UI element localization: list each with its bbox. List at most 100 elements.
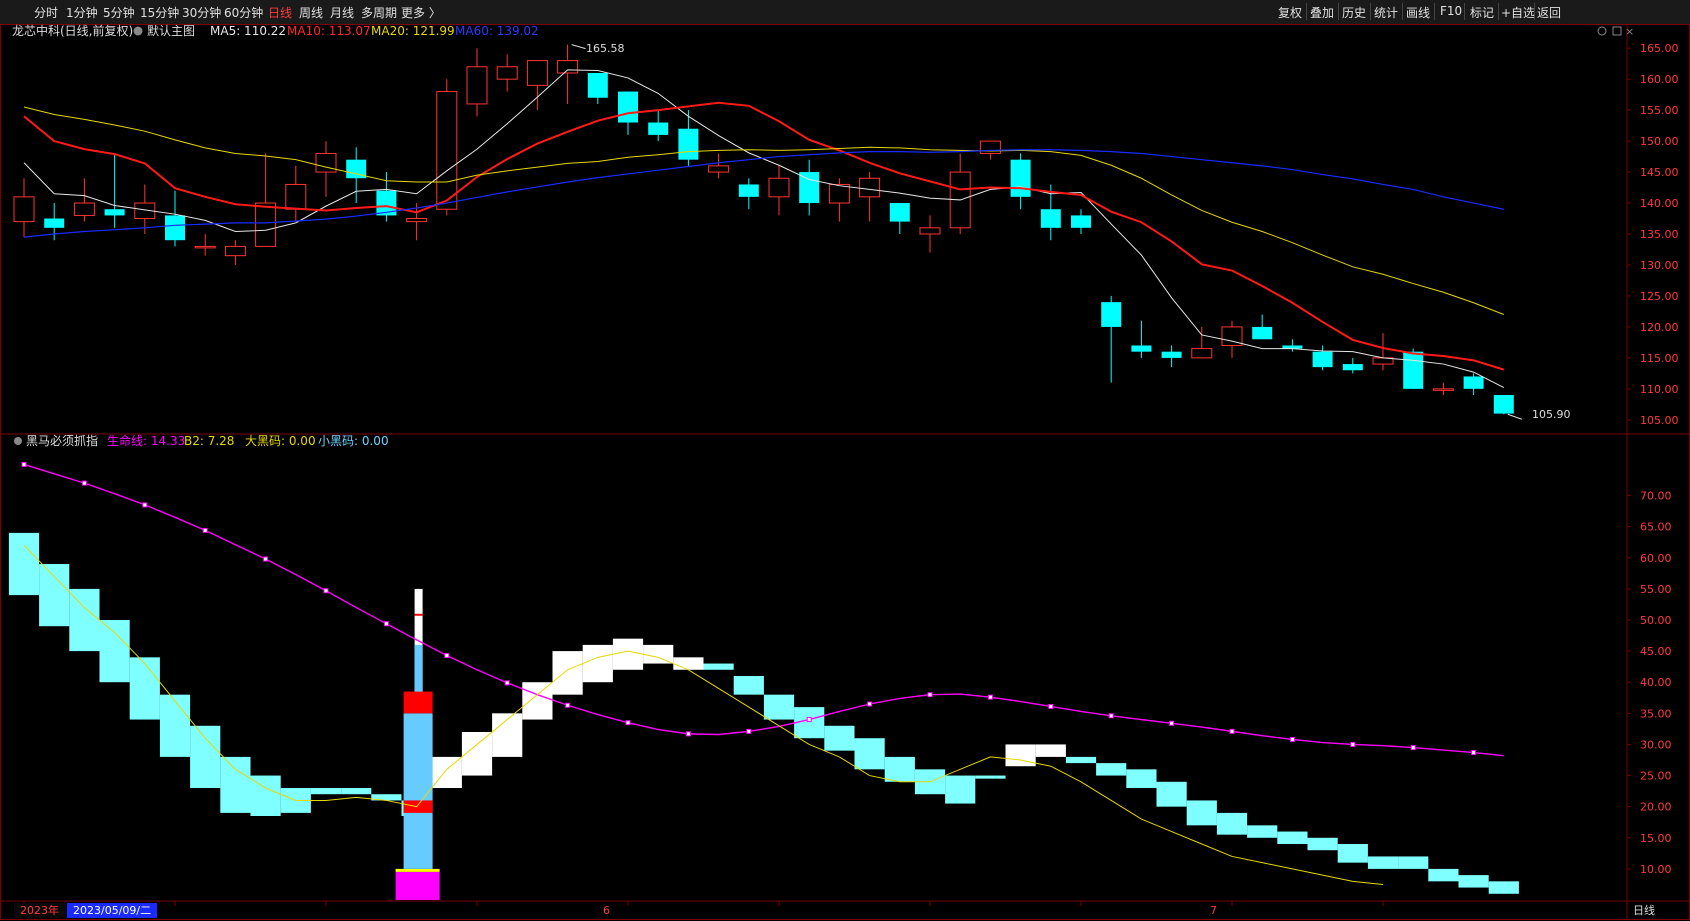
candle-body-down	[165, 215, 185, 241]
life-line-marker	[21, 461, 27, 467]
life-line-marker	[685, 731, 691, 737]
period-tab-5min[interactable]: 5分钟	[103, 4, 135, 21]
candle-body-up	[255, 202, 277, 247]
volume-yellow-line	[395, 868, 440, 872]
period-tab-fenshi[interactable]: 分时	[34, 4, 58, 21]
life-line-marker	[504, 680, 510, 686]
volume-spike-blue	[414, 644, 423, 692]
low-arrow	[1507, 413, 1522, 420]
separator	[1534, 3, 1535, 20]
high-arrow	[571, 44, 586, 50]
ma10-label: MA10: 113.07	[287, 24, 371, 38]
add-watchlist-button[interactable]: +自选	[1501, 4, 1535, 21]
back-button[interactable]: 返回	[1537, 4, 1561, 21]
indicator-tick-label: 45.00	[1640, 645, 1672, 658]
candle-body-up	[979, 140, 1001, 154]
price-tick-label: 145.00	[1640, 166, 1679, 179]
period-tab-15min[interactable]: 15分钟	[140, 4, 179, 21]
band-block-cyan	[39, 564, 70, 627]
candle-body-down	[1252, 326, 1273, 340]
band-block-cyan	[129, 657, 160, 720]
candle-body-down	[1071, 215, 1091, 228]
indicator-dropdown-icon[interactable]	[14, 437, 22, 445]
candle-body-up	[315, 152, 337, 173]
band-block-cyan	[1065, 756, 1097, 764]
indicator-tick-label: 40.00	[1640, 676, 1672, 689]
b2-label: B2: 7.28	[184, 434, 234, 448]
life-line-marker	[1169, 720, 1175, 726]
band-block-cyan	[220, 756, 251, 813]
period-tab-monthly[interactable]: 月线	[330, 4, 354, 21]
band-block-cyan	[975, 775, 1006, 779]
band-block-cyan	[763, 694, 795, 720]
history-button[interactable]: 历史	[1342, 4, 1366, 21]
life-line-marker	[1289, 736, 1295, 742]
candle-body-up	[828, 183, 850, 204]
period-tab-daily[interactable]: 日线	[268, 4, 292, 21]
candle-body-up	[285, 183, 307, 210]
period-tab-1min[interactable]: 1分钟	[66, 4, 98, 21]
band-block-white	[612, 638, 644, 670]
candle-body-down	[1010, 159, 1031, 197]
band-block-white	[1035, 744, 1066, 757]
band-block-cyan	[1156, 781, 1187, 807]
band-block-cyan	[8, 532, 40, 596]
band-block-cyan	[190, 725, 221, 788]
ma-line-ma10	[23, 101, 1505, 371]
price-tick-label: 155.00	[1640, 104, 1679, 117]
b2-line	[23, 544, 1384, 885]
indicator-name[interactable]: 黑马必须抓指	[26, 433, 98, 448]
life-line-marker	[1471, 750, 1477, 756]
period-tab-30min[interactable]: 30分钟	[182, 4, 221, 21]
separator	[1498, 3, 1499, 20]
band-block-cyan	[159, 694, 191, 757]
close-icon[interactable]: ×	[1625, 25, 1634, 38]
period-tab-weekly[interactable]: 周线	[299, 4, 323, 21]
settings-icon[interactable]	[1597, 26, 1607, 36]
fuquan-button[interactable]: 复权	[1278, 4, 1302, 21]
template-dropdown-icon[interactable]	[133, 26, 143, 36]
month-marker-6: 6	[603, 904, 610, 917]
template-name[interactable]: 默认主图	[147, 24, 195, 38]
candle-body-up	[708, 165, 730, 173]
draw-line-button[interactable]: 画线	[1406, 4, 1430, 21]
candle-body-up	[1432, 388, 1454, 391]
indicator-tick-label: 10.00	[1640, 863, 1672, 876]
stats-button[interactable]: 统计	[1374, 4, 1398, 21]
candle-body-down	[1101, 302, 1122, 327]
candle-body-down	[678, 128, 699, 160]
cursor-date: 2023/05/09/二	[73, 904, 151, 917]
f10-button[interactable]: F10	[1440, 4, 1462, 18]
band-block-white	[673, 657, 704, 670]
life-line-marker	[323, 588, 329, 594]
maximize-icon[interactable]	[1612, 26, 1622, 36]
band-block-white	[522, 682, 553, 720]
band-block-cyan	[1277, 831, 1308, 844]
period-tab-more[interactable]: 更多 〉	[401, 4, 441, 21]
life-line-marker	[142, 502, 148, 508]
mark-button[interactable]: 标记	[1470, 4, 1494, 21]
candle-body-down	[889, 203, 910, 222]
band-block-cyan	[1337, 844, 1368, 863]
price-tick-label: 120.00	[1640, 321, 1679, 334]
life-line-marker	[806, 717, 812, 723]
life-line-marker	[444, 652, 450, 658]
life-line-marker	[383, 621, 389, 627]
kline-chart[interactable]: 105.00 110.00 115.00 120.00 125.00 130.00 135.…	[0, 24, 1690, 921]
band-block-cyan	[1307, 837, 1338, 851]
indicator-tick-label: 35.00	[1640, 707, 1672, 720]
price-tick-label: 110.00	[1640, 383, 1679, 396]
life-line-marker	[1048, 703, 1054, 709]
candle-body-down	[587, 72, 608, 98]
band-block-cyan	[1428, 868, 1459, 882]
period-tab-multi[interactable]: 多周期	[361, 4, 397, 21]
separator	[1434, 3, 1435, 20]
period-tab-60min[interactable]: 60分钟	[224, 4, 263, 21]
ma-line-ma60	[23, 149, 1504, 238]
band-block-cyan	[854, 738, 885, 770]
band-block-cyan	[69, 588, 100, 652]
volume-magenta-block	[395, 872, 440, 900]
candle-body-up	[224, 245, 246, 257]
candle-body-up	[557, 60, 579, 74]
overlay-button[interactable]: 叠加	[1310, 4, 1334, 21]
